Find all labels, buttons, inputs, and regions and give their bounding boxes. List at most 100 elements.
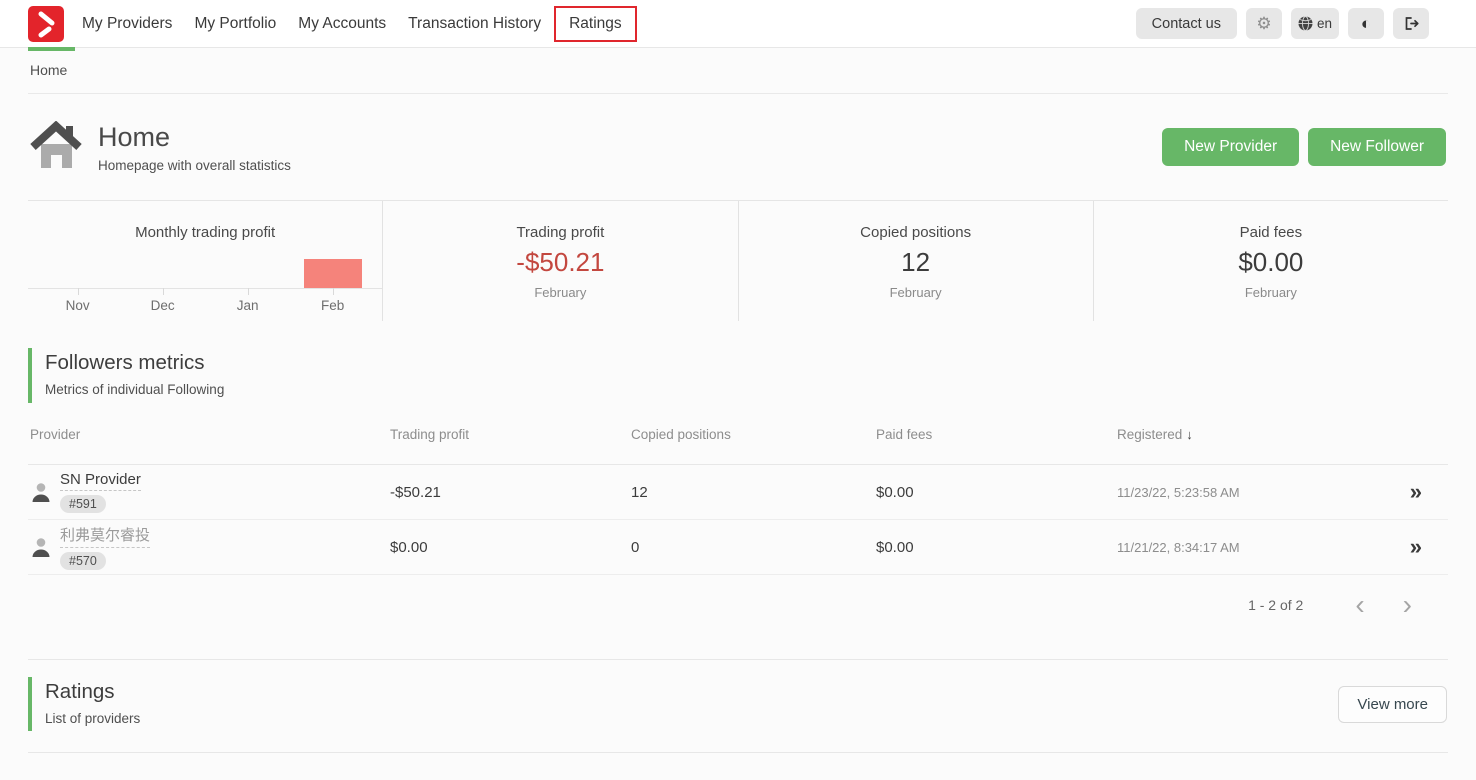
cell-trading-profit: $0.00 bbox=[390, 539, 631, 556]
ratings-section: Ratings List of providers View more bbox=[28, 659, 1448, 753]
contact-us-button[interactable]: Contact us bbox=[1136, 8, 1237, 39]
table-header-row: Provider Trading profit Copied positions… bbox=[28, 427, 1448, 465]
column-trading-profit: Trading profit bbox=[390, 427, 631, 442]
settings-button[interactable]: ⚙ bbox=[1246, 8, 1282, 39]
chart-x-tick-label: Nov bbox=[66, 298, 90, 313]
mini-chart-title: Monthly trading profit bbox=[28, 224, 382, 241]
page-subtitle: Homepage with overall statistics bbox=[98, 158, 291, 173]
top-navigation-bar: My Providers My Portfolio My Accounts Tr… bbox=[0, 0, 1476, 48]
nav-transaction-history[interactable]: Transaction History bbox=[408, 15, 541, 33]
provider-id-badge: #591 bbox=[60, 495, 106, 513]
topnav-actions: Contact us ⚙ en ◐ bbox=[1136, 8, 1429, 39]
cell-registered: 11/21/22, 8:34:17 AM bbox=[1117, 540, 1370, 555]
stat-title: Copied positions bbox=[739, 224, 1093, 241]
chart-x-tick-label: Jan bbox=[237, 298, 259, 313]
chart-bar bbox=[304, 259, 362, 288]
followers-metrics-subtitle: Metrics of individual Following bbox=[45, 382, 1448, 397]
nav-ratings[interactable]: Ratings bbox=[569, 15, 622, 32]
stat-value: 12 bbox=[739, 247, 1093, 278]
page-header: Home Homepage with overall statistics Ne… bbox=[28, 94, 1448, 200]
breadcrumb: Home bbox=[28, 48, 1448, 94]
followers-table: Provider Trading profit Copied positions… bbox=[28, 427, 1448, 619]
language-button[interactable]: en bbox=[1291, 8, 1339, 39]
copied-positions-card: Copied positions 12 February bbox=[738, 201, 1093, 321]
ratings-title: Ratings bbox=[45, 680, 140, 704]
stat-value: $0.00 bbox=[1094, 247, 1448, 278]
cell-copied-positions: 12 bbox=[631, 484, 876, 501]
followers-metrics-header: Followers metrics Metrics of individual … bbox=[28, 348, 1448, 403]
nav-my-accounts[interactable]: My Accounts bbox=[298, 15, 386, 33]
column-copied-positions: Copied positions bbox=[631, 427, 876, 442]
new-follower-button[interactable]: New Follower bbox=[1308, 128, 1446, 166]
language-label: en bbox=[1317, 16, 1332, 31]
provider-identity: SN Provider #591 bbox=[60, 471, 141, 513]
trading-profit-card: Trading profit -$50.21 February bbox=[382, 201, 737, 321]
new-provider-button[interactable]: New Provider bbox=[1162, 128, 1299, 166]
provider-cell: SN Provider #591 bbox=[30, 471, 390, 513]
active-nav-indicator bbox=[28, 47, 75, 51]
chart-tick-mark bbox=[333, 288, 334, 295]
stat-period: February bbox=[1094, 285, 1448, 300]
stat-title: Trading profit bbox=[383, 224, 737, 241]
provider-name-link[interactable]: SN Provider bbox=[60, 471, 141, 491]
column-registered-sort[interactable]: Registered ↓ bbox=[1117, 427, 1370, 442]
header-action-buttons: New Provider New Follower bbox=[1162, 128, 1446, 166]
page-title: Home bbox=[98, 122, 291, 153]
person-icon bbox=[30, 481, 52, 503]
ratings-subtitle: List of providers bbox=[45, 711, 140, 726]
nav-my-providers[interactable]: My Providers bbox=[82, 15, 172, 33]
provider-identity: 利弗莫尔睿投 #570 bbox=[60, 524, 150, 570]
column-paid-fees: Paid fees bbox=[876, 427, 1117, 442]
home-icon bbox=[30, 121, 82, 173]
chart-tick-mark bbox=[163, 288, 164, 295]
breadcrumb-home-link[interactable]: Home bbox=[30, 62, 67, 78]
row-open-double-chevron-icon[interactable]: » bbox=[1410, 536, 1446, 558]
provider-name-link[interactable]: 利弗莫尔睿投 bbox=[60, 524, 150, 548]
nav-my-portfolio[interactable]: My Portfolio bbox=[194, 15, 276, 33]
provider-cell: 利弗莫尔睿投 #570 bbox=[30, 524, 390, 570]
stat-period: February bbox=[739, 285, 1093, 300]
overall-stats-row: Monthly trading profit Nov Dec Jan Feb Trad… bbox=[28, 200, 1448, 321]
pagination-range-label: 1 - 2 of 2 bbox=[1248, 597, 1303, 613]
page-title-block: Home Homepage with overall statistics bbox=[98, 122, 291, 173]
gear-icon: ⚙ bbox=[1256, 15, 1271, 32]
contrast-icon: ◐ bbox=[1361, 15, 1371, 32]
monthly-trading-profit-card: Monthly trading profit Nov Dec Jan Feb bbox=[28, 201, 382, 321]
chart-tick-mark bbox=[248, 288, 249, 295]
nav-ratings-annotation-box: Ratings bbox=[554, 6, 637, 42]
pagination-prev-button[interactable]: ‹ bbox=[1349, 591, 1370, 619]
stat-period: February bbox=[383, 285, 737, 300]
app-logo[interactable] bbox=[28, 6, 64, 42]
ratings-header: Ratings List of providers bbox=[28, 677, 140, 731]
theme-toggle-button[interactable]: ◐ bbox=[1348, 8, 1384, 39]
cell-paid-fees: $0.00 bbox=[876, 539, 1117, 556]
mini-bar-chart: Nov Dec Jan Feb bbox=[28, 243, 382, 313]
pagination-next-button[interactable]: › bbox=[1397, 591, 1418, 619]
column-provider: Provider bbox=[30, 427, 390, 442]
logo-icon bbox=[28, 6, 64, 42]
table-row[interactable]: 利弗莫尔睿投 #570 $0.00 0 $0.00 11/21/22, 8:34… bbox=[28, 520, 1448, 575]
paid-fees-card: Paid fees $0.00 February bbox=[1093, 201, 1448, 321]
chart-x-axis bbox=[28, 288, 382, 289]
sort-desc-icon: ↓ bbox=[1186, 427, 1193, 442]
table-row[interactable]: SN Provider #591 -$50.21 12 $0.00 11/23/… bbox=[28, 465, 1448, 520]
followers-metrics-title: Followers metrics bbox=[45, 351, 1448, 375]
logout-icon bbox=[1403, 16, 1420, 31]
row-open-double-chevron-icon[interactable]: » bbox=[1410, 481, 1446, 503]
chart-x-tick-label: Feb bbox=[321, 298, 344, 313]
cell-trading-profit: -$50.21 bbox=[390, 484, 631, 501]
person-icon bbox=[30, 536, 52, 558]
provider-id-badge: #570 bbox=[60, 552, 106, 570]
view-more-button[interactable]: View more bbox=[1338, 686, 1447, 723]
table-pagination: 1 - 2 of 2 ‹ › bbox=[28, 575, 1448, 619]
stat-value: -$50.21 bbox=[383, 247, 737, 278]
cell-paid-fees: $0.00 bbox=[876, 484, 1117, 501]
column-registered-label: Registered bbox=[1117, 427, 1182, 442]
cell-registered: 11/23/22, 5:23:58 AM bbox=[1117, 485, 1370, 500]
chart-x-tick-label: Dec bbox=[151, 298, 175, 313]
main-nav: My Providers My Portfolio My Accounts Tr… bbox=[82, 6, 637, 42]
stat-title: Paid fees bbox=[1094, 224, 1448, 241]
cell-copied-positions: 0 bbox=[631, 539, 876, 556]
logout-button[interactable] bbox=[1393, 8, 1429, 39]
globe-icon bbox=[1298, 16, 1313, 31]
